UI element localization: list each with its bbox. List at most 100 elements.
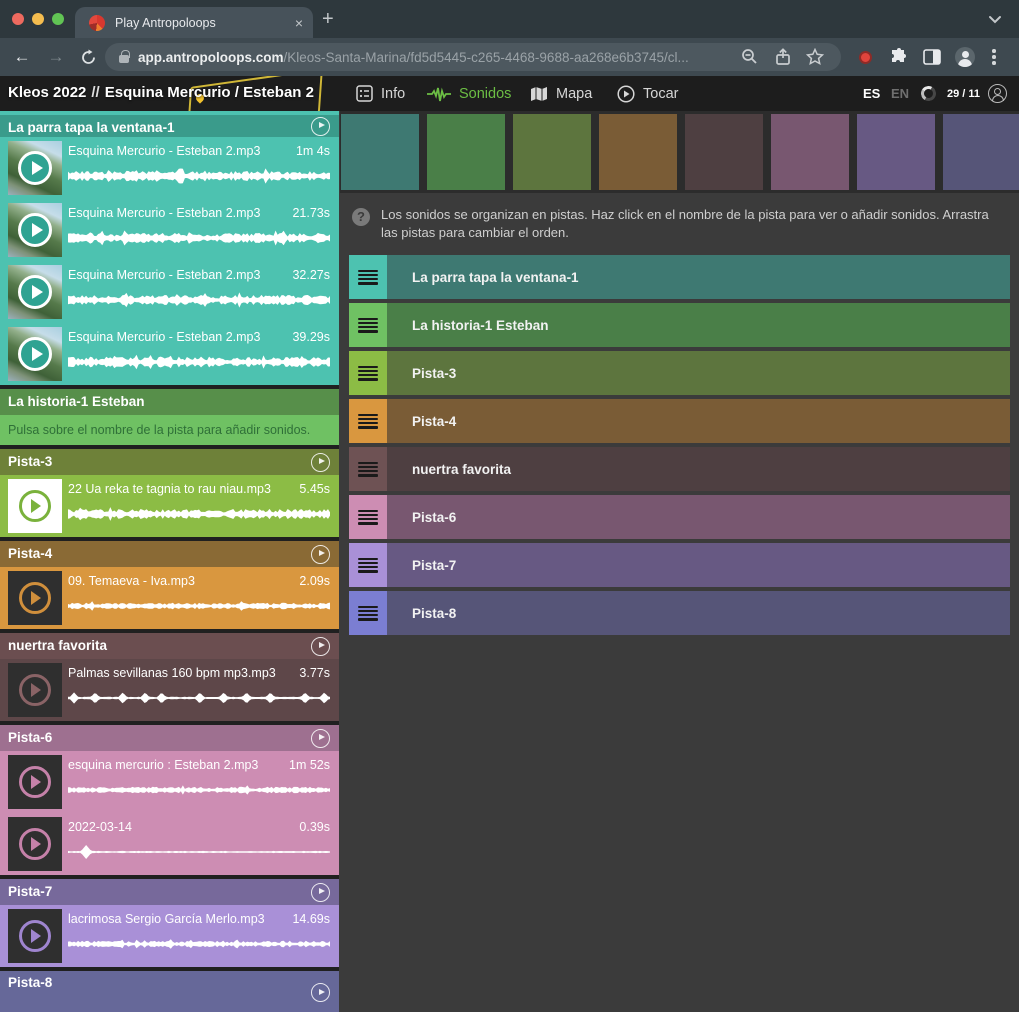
- tab-sonidos[interactable]: Sonidos: [427, 76, 511, 111]
- clip-play-button[interactable]: [18, 151, 52, 185]
- track-row[interactable]: Pista-6: [349, 495, 1010, 539]
- clip-play-button[interactable]: [18, 337, 52, 371]
- new-tab-icon[interactable]: +: [322, 9, 334, 29]
- clip-thumbnail[interactable]: [8, 265, 62, 319]
- track-list: La parra tapa la ventana-1La historia-1 …: [349, 255, 1010, 635]
- browser-tab[interactable]: Play Antropoloops ×: [75, 7, 313, 38]
- track-header[interactable]: Pista-3: [0, 449, 339, 475]
- track-panel: La parra tapa la ventana-1Esquina Mercur…: [0, 111, 339, 1012]
- browser-menu-icon[interactable]: [992, 55, 996, 59]
- drag-handle[interactable]: [349, 399, 387, 443]
- record-extension-icon[interactable]: [859, 51, 872, 64]
- track-header[interactable]: Pista-4: [0, 541, 339, 567]
- clip-play-button[interactable]: [19, 674, 51, 706]
- clip-thumbnail[interactable]: [8, 479, 62, 533]
- drag-handle[interactable]: [349, 351, 387, 395]
- reload-icon[interactable]: [80, 49, 97, 66]
- track-play-button[interactable]: [311, 453, 330, 472]
- profile-avatar[interactable]: [955, 47, 975, 67]
- track-row-body[interactable]: La historia-1 Esteban: [387, 303, 1010, 347]
- clip-thumbnail[interactable]: [8, 909, 62, 963]
- track-row-body[interactable]: Pista-4: [387, 399, 1010, 443]
- account-icon[interactable]: [988, 84, 1007, 103]
- clip-thumbnail[interactable]: [8, 663, 62, 717]
- track-row[interactable]: Pista-3: [349, 351, 1010, 395]
- lang-es[interactable]: ES: [863, 86, 880, 101]
- track-play-button[interactable]: [311, 983, 330, 1002]
- audio-clip[interactable]: 22 Ua reka te tagnia to rau niau.mp35.45…: [0, 475, 339, 537]
- drag-handle[interactable]: [349, 447, 387, 491]
- clip-thumbnail[interactable]: [8, 817, 62, 871]
- tab-close-icon[interactable]: ×: [295, 16, 303, 30]
- back-icon[interactable]: ←: [10, 47, 34, 67]
- track-header[interactable]: La parra tapa la ventana-1: [0, 111, 339, 137]
- track-row-body[interactable]: Pista-3: [387, 351, 1010, 395]
- audio-clip[interactable]: 2022-03-140.39s: [0, 813, 339, 875]
- audio-clip[interactable]: Esquina Mercurio - Esteban 2.mp31m 4s: [0, 137, 339, 199]
- track-row[interactable]: La parra tapa la ventana-1: [349, 255, 1010, 299]
- extensions-puzzle-icon[interactable]: [890, 48, 908, 66]
- tab-tocar[interactable]: Tocar: [617, 76, 678, 111]
- clip-play-button[interactable]: [18, 213, 52, 247]
- window-close-button[interactable]: [12, 13, 24, 25]
- track-row-body[interactable]: Pista-7: [387, 543, 1010, 587]
- clip-play-button[interactable]: [19, 490, 51, 522]
- track-row-body[interactable]: Pista-6: [387, 495, 1010, 539]
- audio-clip[interactable]: Esquina Mercurio - Esteban 2.mp321.73s: [0, 199, 339, 261]
- audio-clip[interactable]: Esquina Mercurio - Esteban 2.mp332.27s: [0, 261, 339, 323]
- tab-mapa[interactable]: Mapa: [530, 76, 592, 111]
- tab-info[interactable]: Info: [356, 76, 405, 111]
- tab-search-chevron-icon[interactable]: [988, 15, 1002, 24]
- clip-play-button[interactable]: [19, 828, 51, 860]
- track-play-button[interactable]: [311, 117, 330, 136]
- clip-thumbnail[interactable]: [8, 141, 62, 195]
- clip-thumbnail[interactable]: [8, 571, 62, 625]
- clip-thumbnail[interactable]: [8, 327, 62, 381]
- window-minimize-button[interactable]: [32, 13, 44, 25]
- track-header[interactable]: La historia-1 Esteban: [0, 389, 339, 415]
- audio-clip[interactable]: Palmas sevillanas 160 bpm mp3.mp33.77s: [0, 659, 339, 721]
- zoom-out-icon[interactable]: [741, 48, 758, 65]
- track-row-label: Pista-3: [387, 366, 456, 381]
- drag-handle[interactable]: [349, 591, 387, 635]
- clip-play-button[interactable]: [19, 766, 51, 798]
- forward-icon[interactable]: →: [44, 47, 68, 67]
- track-row-body[interactable]: La parra tapa la ventana-1: [387, 255, 1010, 299]
- window-zoom-button[interactable]: [52, 13, 64, 25]
- clip-thumbnail[interactable]: [8, 203, 62, 257]
- audio-clip[interactable]: esquina mercurio : Esteban 2.mp31m 52s: [0, 751, 339, 813]
- lock-icon[interactable]: [119, 55, 129, 63]
- track-row[interactable]: Pista-8: [349, 591, 1010, 635]
- side-panel-icon[interactable]: [923, 49, 941, 65]
- clip-play-button[interactable]: [18, 275, 52, 309]
- audio-clip[interactable]: lacrimosa Sergio García Merlo.mp314.69s: [0, 905, 339, 967]
- track-play-button[interactable]: [311, 545, 330, 564]
- track-row[interactable]: La historia-1 Esteban: [349, 303, 1010, 347]
- track-row-body[interactable]: nuertra favorita: [387, 447, 1010, 491]
- share-icon[interactable]: [775, 48, 791, 66]
- url-bar[interactable]: app.antropoloops.com/Kleos-Santa-Marina/…: [105, 43, 841, 71]
- bookmark-star-icon[interactable]: [806, 48, 824, 66]
- clip-play-button[interactable]: [19, 920, 51, 952]
- lang-en[interactable]: EN: [891, 86, 909, 101]
- track-row[interactable]: Pista-4: [349, 399, 1010, 443]
- track-row[interactable]: Pista-7: [349, 543, 1010, 587]
- track-play-button[interactable]: [311, 883, 330, 902]
- drag-handle[interactable]: [349, 543, 387, 587]
- track-header[interactable]: nuertra favorita: [0, 633, 339, 659]
- track-row-body[interactable]: Pista-8: [387, 591, 1010, 635]
- track-row[interactable]: nuertra favorita: [349, 447, 1010, 491]
- drag-handle[interactable]: [349, 303, 387, 347]
- drag-handle[interactable]: [349, 495, 387, 539]
- track-header[interactable]: Pista-8: [0, 971, 339, 1012]
- clip-play-button[interactable]: [19, 582, 51, 614]
- session-title: Esquina Mercurio / Esteban 2: [105, 84, 314, 101]
- track-play-button[interactable]: [311, 637, 330, 656]
- clip-thumbnail[interactable]: [8, 755, 62, 809]
- audio-clip[interactable]: Esquina Mercurio - Esteban 2.mp339.29s: [0, 323, 339, 385]
- audio-clip[interactable]: 09. Temaeva - Iva.mp32.09s: [0, 567, 339, 629]
- track-play-button[interactable]: [311, 729, 330, 748]
- drag-handle[interactable]: [349, 255, 387, 299]
- track-header[interactable]: Pista-7: [0, 879, 339, 905]
- track-header[interactable]: Pista-6: [0, 725, 339, 751]
